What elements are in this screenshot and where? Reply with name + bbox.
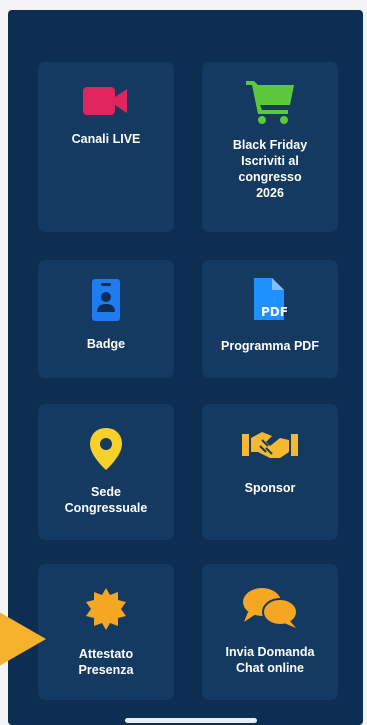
map-pin-icon bbox=[90, 428, 122, 470]
handshake-icon bbox=[242, 432, 298, 458]
tile-label: Sede Congressuale bbox=[64, 485, 148, 515]
video-camera-icon bbox=[83, 87, 127, 115]
svg-text:PDF: PDF bbox=[261, 305, 288, 319]
pdf-file-icon: PDF bbox=[254, 278, 288, 320]
shopping-cart-icon bbox=[246, 81, 294, 124]
tile-label: Programma PDF bbox=[221, 339, 319, 353]
tile-label: Black Friday Iscriviti al congresso 2026 bbox=[232, 138, 308, 200]
tile-badge[interactable]: Badge bbox=[38, 260, 174, 378]
app-screen: Canali LIVE Black Friday Iscriviti al co… bbox=[8, 10, 363, 725]
tile-programma-pdf[interactable]: PDF Programma PDF bbox=[202, 260, 338, 378]
arrow-pointer-icon bbox=[0, 612, 46, 666]
tile-canali-live[interactable]: Canali LIVE bbox=[38, 62, 174, 232]
tile-label: Attestato Presenza bbox=[78, 647, 134, 677]
certificate-seal-icon bbox=[86, 588, 126, 630]
tile-invia-domanda[interactable]: Invia Domanda Chat online bbox=[202, 564, 338, 700]
tile-label: Canali LIVE bbox=[71, 132, 141, 146]
chat-bubbles-icon bbox=[243, 588, 298, 628]
tile-attestato-presenza[interactable]: Attestato Presenza bbox=[38, 564, 174, 700]
tile-black-friday[interactable]: Black Friday Iscriviti al congresso 2026 bbox=[202, 62, 338, 232]
tile-label: Invia Domanda Chat online bbox=[225, 645, 315, 675]
home-indicator bbox=[125, 718, 257, 723]
id-badge-icon bbox=[92, 279, 120, 321]
tile-sponsor[interactable]: Sponsor bbox=[202, 404, 338, 540]
tile-label: Badge bbox=[86, 337, 126, 351]
tile-sede-congressuale[interactable]: Sede Congressuale bbox=[38, 404, 174, 540]
tile-label: Sponsor bbox=[244, 481, 296, 495]
